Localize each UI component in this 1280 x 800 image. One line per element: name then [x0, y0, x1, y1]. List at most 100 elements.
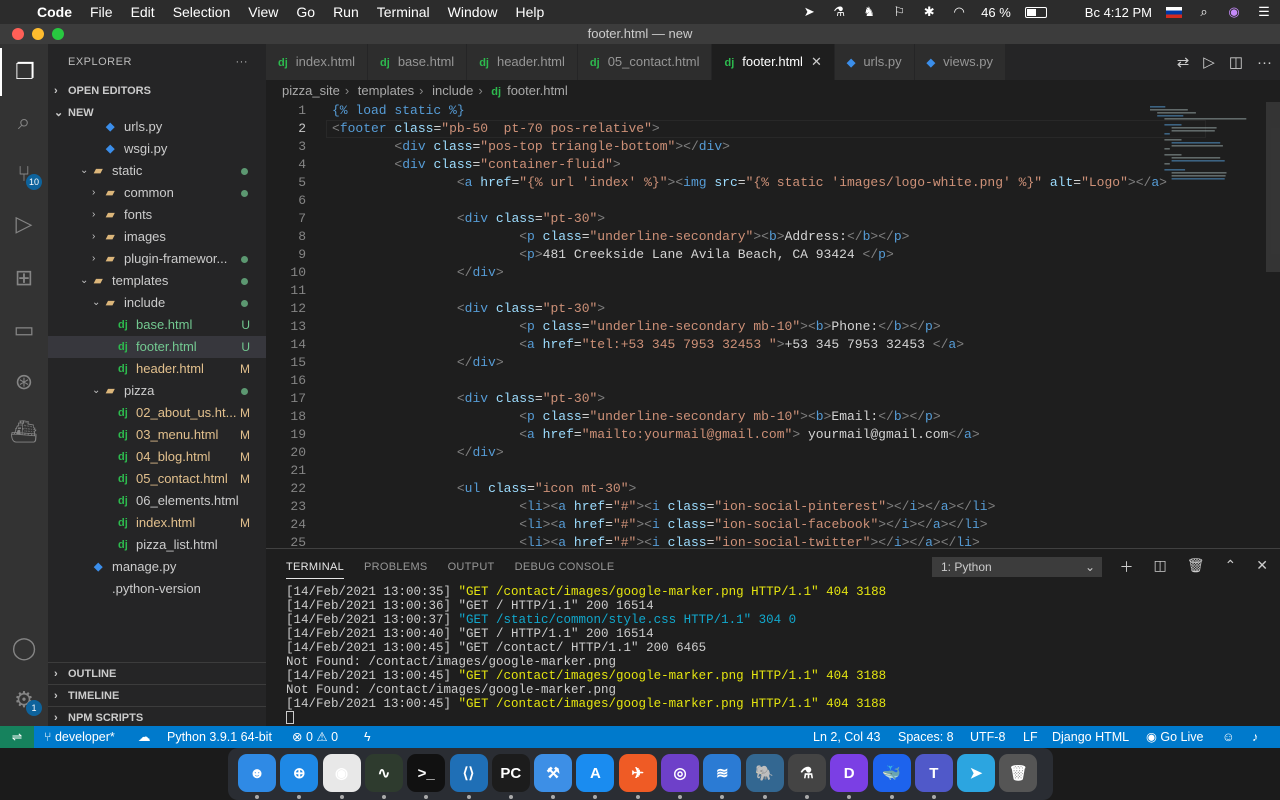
tree-item[interactable]: .python-version	[48, 578, 266, 600]
breadcrumb-item[interactable]: include	[432, 83, 473, 98]
terminal-output[interactable]: [14/Feb/2021 13:00:35] "GET /contact/ima…	[286, 585, 886, 725]
tree-item[interactable]: dj 05_contact.html M	[48, 468, 266, 490]
tree-item[interactable]: › ▰ common	[48, 182, 266, 204]
dock-app-telegram[interactable]: ➤	[957, 754, 996, 792]
close-icon[interactable]: ✕	[811, 54, 822, 69]
explorer-icon[interactable]: ❐	[0, 48, 48, 96]
close-window-button[interactable]	[12, 28, 24, 40]
code-line[interactable]: <li><a href="#"><i class="ion-social-pin…	[332, 498, 995, 516]
dock-app-activity-monitor[interactable]: ∿	[364, 754, 403, 792]
code-line[interactable]: <a href="{% url 'index' %}"><img src="{%…	[332, 174, 1167, 192]
dock-app-postman[interactable]: ✈	[618, 754, 657, 792]
code-line[interactable]: </div>	[332, 354, 504, 372]
kill-terminal-icon[interactable]: 🗑	[1187, 557, 1205, 577]
dock-app-safari[interactable]: ⊕	[280, 754, 319, 792]
telegram-status-icon[interactable]: ➤	[801, 4, 817, 20]
menu-view[interactable]: View	[239, 4, 287, 20]
code-line[interactable]: <p class="underline-secondary mb-10"><b>…	[332, 408, 940, 426]
menu-file[interactable]: File	[81, 4, 122, 20]
dock-app-chrome[interactable]: ◉	[322, 754, 361, 792]
menu-go[interactable]: Go	[287, 4, 324, 20]
tree-item[interactable]: dj pizza_list.html	[48, 534, 266, 556]
split-terminal-icon[interactable]: ◫	[1154, 557, 1167, 577]
tab-header-html[interactable]: dj header.html	[467, 44, 578, 80]
docker-status-icon[interactable]: ⚐	[891, 4, 907, 20]
menu-selection[interactable]: Selection	[164, 4, 240, 20]
breadcrumb-item[interactable]: templates	[358, 83, 414, 98]
dock-app-finder[interactable]: ☻	[238, 754, 276, 792]
tree-item[interactable]: ⌄ ▰ static	[48, 160, 266, 182]
tab-output[interactable]: OUTPUT	[438, 549, 505, 585]
app-menu[interactable]: Code	[28, 4, 81, 20]
tree-item[interactable]: dj 06_elements.html	[48, 490, 266, 512]
tree-item[interactable]: dj base.html U	[48, 314, 266, 336]
tab-base-html[interactable]: dj base.html	[368, 44, 468, 80]
tree-item[interactable]: dj 02_about_us.ht... M	[48, 402, 266, 424]
dock-app-phpstorm[interactable]: ≋	[703, 754, 742, 792]
menu-edit[interactable]: Edit	[122, 4, 164, 20]
code-line[interactable]: <li><a href="#"><i class="ion-social-fac…	[332, 516, 987, 534]
feedback-icon[interactable]: ☺	[1222, 726, 1235, 748]
code-line[interactable]: </div>	[332, 444, 504, 462]
siri-icon[interactable]: ◉	[1226, 4, 1242, 20]
git-branch[interactable]: ⑂ developer*	[44, 726, 115, 748]
code-line[interactable]: <div class="container-fluid">	[332, 156, 620, 174]
menu-run[interactable]: Run	[324, 4, 368, 20]
tab-index-html[interactable]: dj index.html	[266, 44, 369, 80]
tree-item[interactable]: dj footer.html U	[48, 336, 266, 358]
go-live[interactable]: ◉ Go Live	[1146, 726, 1203, 748]
code-line[interactable]: <li><a href="#"><i class="ion-social-twi…	[332, 534, 980, 548]
lightning-icon[interactable]: ϟ	[364, 726, 371, 748]
code-line[interactable]: {% load static %}	[332, 102, 465, 120]
tree-item[interactable]: › ▰ plugin-framewor...	[48, 248, 266, 270]
code-line[interactable]: <a href="mailto:yourmail@gmail.com"> you…	[332, 426, 979, 444]
minimap[interactable]	[1150, 102, 1266, 282]
tree-item[interactable]: ◆ urls.py	[48, 116, 266, 138]
dock-app-terminal[interactable]: >_	[407, 754, 446, 792]
python-interpreter[interactable]: Python 3.9.1 64-bit	[167, 726, 272, 748]
maximize-panel-icon[interactable]: ⌃	[1225, 557, 1237, 577]
tree-item[interactable]: dj header.html M	[48, 358, 266, 380]
menu-window[interactable]: Window	[439, 4, 507, 20]
elephant-status-icon[interactable]: ♞	[861, 4, 877, 20]
tree-item[interactable]: dj index.html M	[48, 512, 266, 534]
tab-views-py[interactable]: ◆ views.py	[914, 44, 1006, 80]
tree-item[interactable]: ◆ manage.py	[48, 556, 266, 578]
breadcrumb-item[interactable]: pizza_site	[282, 83, 340, 98]
code-line[interactable]: <div class="pt-30">	[332, 390, 605, 408]
dock-app-xcode[interactable]: ⚒	[534, 754, 573, 792]
cursor-position[interactable]: Ln 2, Col 43	[813, 726, 880, 748]
tab-debug-console[interactable]: DEBUG CONSOLE	[505, 549, 625, 585]
bluetooth-icon[interactable]: ✱	[921, 4, 937, 20]
tab-problems[interactable]: PROBLEMS	[354, 549, 438, 585]
dock-app-app-store[interactable]: A	[576, 754, 615, 792]
battery-icon[interactable]	[1024, 6, 1047, 18]
code-editor[interactable]: 1 {% load static %} 2 <footer class="pb-50 …	[266, 102, 1280, 548]
problems-indicator[interactable]: ⊗ 0 ⚠ 0	[292, 726, 338, 748]
minimize-window-button[interactable]	[32, 28, 44, 40]
dock-app-postgres[interactable]: 🐘	[745, 754, 784, 792]
code-line[interactable]: <a href="tel:+53 345 7953 32453 ">+53 34…	[332, 336, 964, 354]
spotlight-search-icon[interactable]: ⌕	[1196, 4, 1212, 20]
wifi-icon[interactable]: ◠	[951, 4, 967, 20]
flask-status-icon[interactable]: ⚗	[831, 4, 847, 20]
remote-explorer-icon[interactable]: ▭	[0, 306, 48, 354]
source-control-icon[interactable]: ⑂ 10	[0, 150, 48, 198]
tree-item[interactable]: dj 03_menu.html M	[48, 424, 266, 446]
code-line[interactable]: <p class="underline-secondary mb-10"><b>…	[332, 318, 940, 336]
more-actions-icon[interactable]: ···	[1257, 54, 1272, 71]
close-panel-icon[interactable]: ✕	[1256, 557, 1268, 577]
code-line[interactable]: <p class="underline-secondary"><b>Addres…	[332, 228, 909, 246]
code-line[interactable]: <div class="pos-top triangle-bottom"></d…	[332, 138, 730, 156]
line-ending[interactable]: LF	[1023, 726, 1038, 748]
dock-app-pycharm[interactable]: PC	[491, 754, 530, 792]
search-icon[interactable]: ⌕	[0, 98, 48, 146]
dock-app-flask[interactable]: ⚗	[787, 754, 826, 792]
tree-item[interactable]: ⌄ ▰ pizza	[48, 380, 266, 402]
dock-app-teams[interactable]: T	[914, 754, 953, 792]
dock-app-vs-code[interactable]: ⟨⟩	[449, 754, 488, 792]
open-editors-section[interactable]: › OPEN EDITORS	[48, 80, 266, 102]
zoom-window-button[interactable]	[52, 28, 64, 40]
indentation[interactable]: Spaces: 8	[898, 726, 954, 748]
npm-scripts-section[interactable]: › NPM SCRIPTS	[48, 706, 266, 728]
